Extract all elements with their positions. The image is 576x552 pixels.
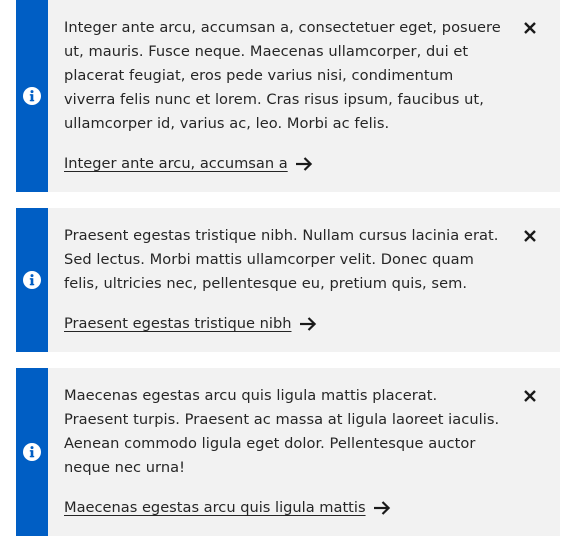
close-icon: [524, 230, 536, 242]
notification-accent-bar: [16, 208, 48, 352]
notification-link[interactable]: Praesent egestas tristique nibh: [64, 312, 317, 336]
notification-link[interactable]: Maecenas egestas arcu quis ligula mattis: [64, 496, 391, 520]
notification-body: Maecenas egestas arcu quis ligula mattis…: [48, 368, 560, 536]
close-icon: [524, 22, 536, 34]
notification-2: Praesent egestas tristique nibh. Nullam …: [16, 208, 560, 352]
notification-message: Praesent egestas tristique nibh. Nullam …: [64, 227, 499, 292]
notification-body: Integer ante arcu, accumsan a, consectet…: [48, 0, 560, 192]
notification-link-label: Maecenas egestas arcu quis ligula mattis: [64, 499, 366, 516]
close-button[interactable]: [522, 228, 538, 244]
info-icon: [23, 271, 41, 289]
notification-link[interactable]: Integer ante arcu, accumsan a: [64, 152, 313, 176]
close-button[interactable]: [522, 20, 538, 36]
close-icon: [524, 390, 536, 402]
notification-body: Praesent egestas tristique nibh. Nullam …: [48, 208, 560, 352]
notification-accent-bar: [16, 368, 48, 536]
arrow-right-icon: [299, 317, 316, 331]
info-icon: [23, 87, 41, 105]
notification-1: Integer ante arcu, accumsan a, consectet…: [16, 0, 560, 192]
arrow-right-icon: [295, 157, 312, 171]
notification-link-label: Praesent egestas tristique nibh: [64, 315, 292, 332]
notification-link-label: Integer ante arcu, accumsan a: [64, 155, 288, 172]
arrow-right-icon: [373, 501, 390, 515]
info-icon: [23, 443, 41, 461]
notification-accent-bar: [16, 0, 48, 192]
notification-message: Integer ante arcu, accumsan a, consectet…: [64, 19, 501, 132]
notification-3: Maecenas egestas arcu quis ligula mattis…: [16, 368, 560, 536]
notification-message: Maecenas egestas arcu quis ligula mattis…: [64, 387, 500, 476]
close-button[interactable]: [522, 388, 538, 404]
